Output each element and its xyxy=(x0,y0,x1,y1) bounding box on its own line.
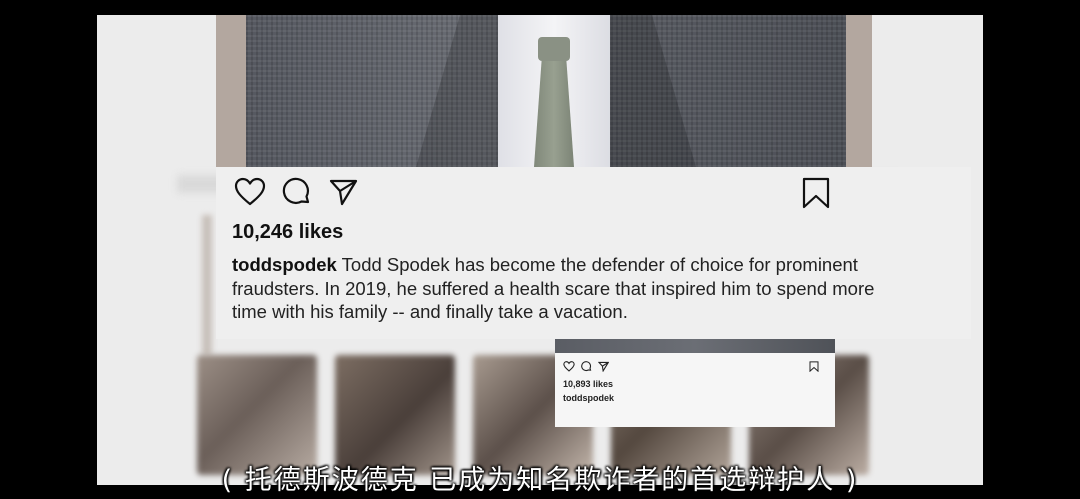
mini-username[interactable]: toddspodek xyxy=(563,393,614,403)
mini-post-actions xyxy=(563,359,610,377)
mini-post-card: 10,893 likes toddspodek xyxy=(555,353,835,427)
video-frame: 10,246 likes toddspodek Todd Spodek has … xyxy=(97,15,983,485)
mini-post-photo xyxy=(555,339,835,353)
tie-knot xyxy=(538,37,570,61)
comment-icon[interactable] xyxy=(581,359,592,377)
video-subtitle: ( 托德斯波德克 已成为知名欺诈者的首选辩护人 ) xyxy=(221,465,859,496)
post-caption: toddspodek Todd Spodek has become the de… xyxy=(232,253,892,324)
share-icon[interactable] xyxy=(597,359,610,377)
caption-username[interactable]: toddspodek xyxy=(232,254,337,275)
blurred-post-thumbnail xyxy=(197,355,317,475)
heart-icon[interactable] xyxy=(234,177,266,207)
share-icon[interactable] xyxy=(328,177,358,207)
mini-likes-count[interactable]: 10,893 likes xyxy=(563,379,613,389)
likes-count[interactable]: 10,246 likes xyxy=(232,221,343,244)
post-photo xyxy=(216,15,872,167)
bookmark-icon[interactable] xyxy=(809,359,819,377)
instagram-post-card: 10,246 likes toddspodek Todd Spodek has … xyxy=(216,167,971,339)
heart-icon[interactable] xyxy=(563,359,575,377)
blurred-post-thumbnail xyxy=(335,355,455,475)
blurred-side-photo xyxy=(202,215,212,355)
post-actions xyxy=(234,177,358,207)
bookmark-icon[interactable] xyxy=(801,177,831,209)
comment-icon[interactable] xyxy=(282,177,312,207)
